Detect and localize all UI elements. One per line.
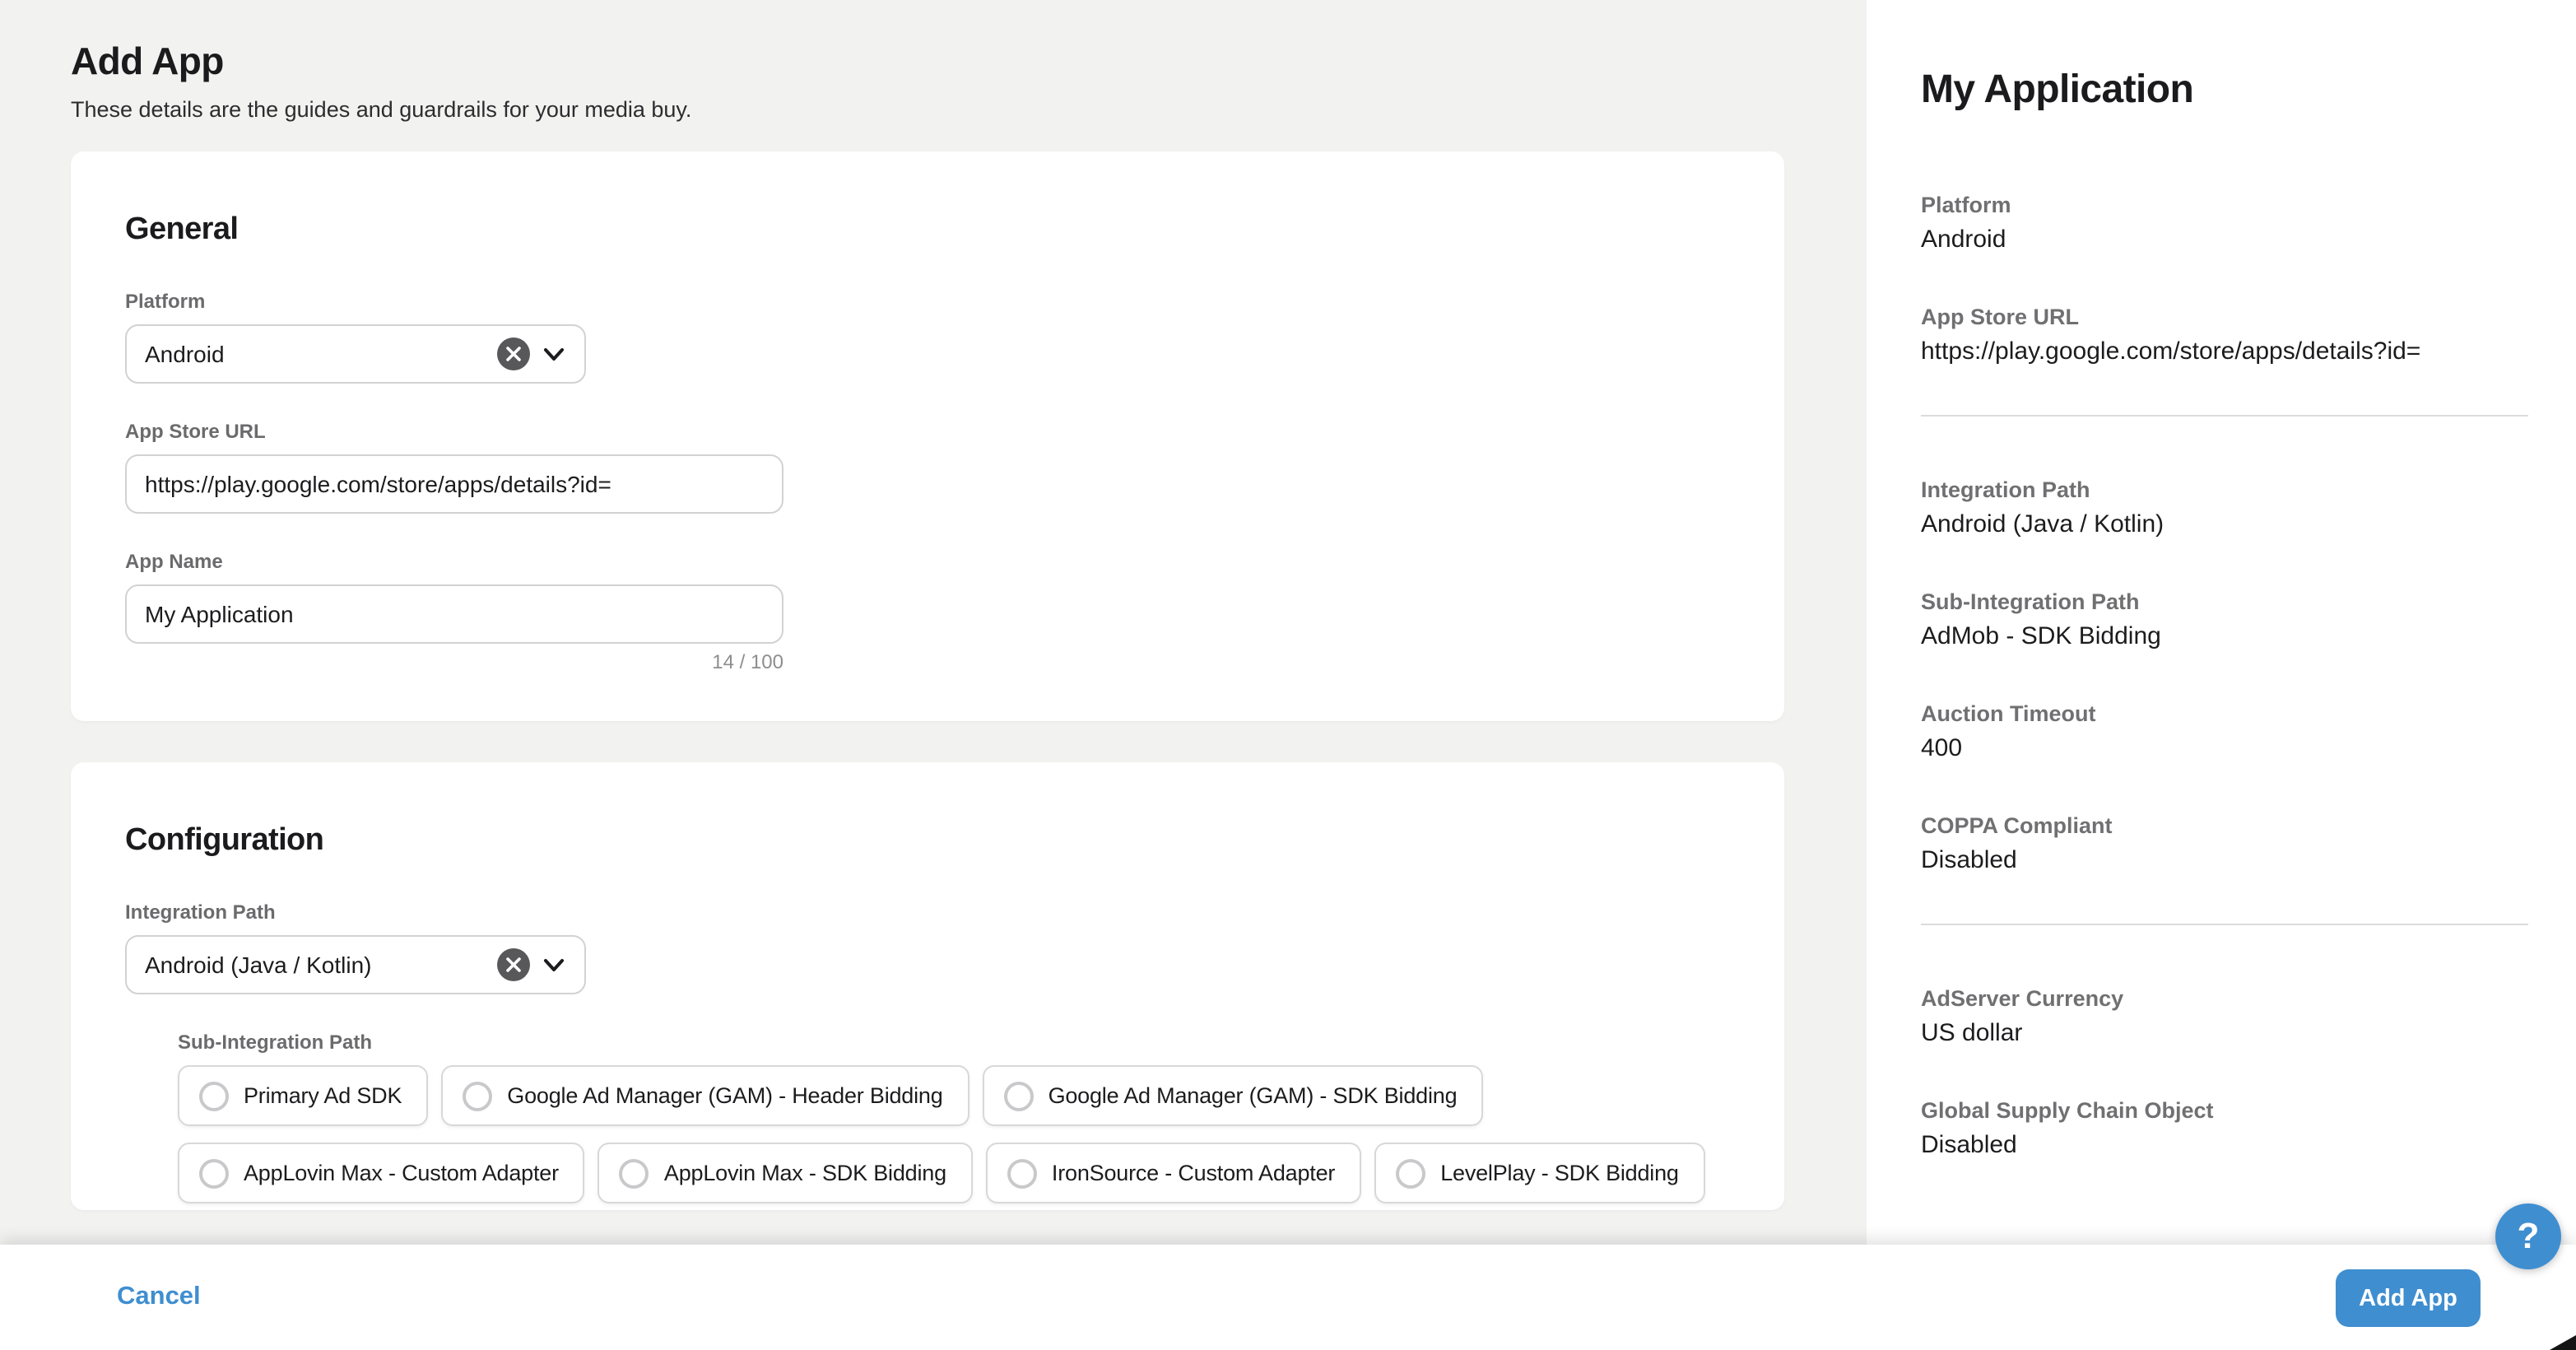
platform-select[interactable]: Android <box>125 324 586 384</box>
summary-field-adserver-currency: AdServer Currency US dollar <box>1921 985 2528 1049</box>
radio-icon <box>1007 1158 1037 1188</box>
integration-path-select-value: Android (Java / Kotlin) <box>145 952 497 978</box>
app-name-label: App Name <box>125 550 1730 575</box>
summary-title: My Application <box>1921 66 2528 115</box>
radio-icon <box>199 1158 229 1188</box>
cancel-button[interactable]: Cancel <box>117 1282 201 1312</box>
main-form-area: Add App These details are the guides and… <box>0 0 1867 1350</box>
summary-field-sub-integration-path: Sub-Integration Path AdMob - SDK Bidding <box>1921 588 2528 652</box>
clear-icon[interactable] <box>497 338 530 370</box>
app-store-url-label: App Store URL <box>125 420 1730 445</box>
app-store-url-field: App Store URL <box>125 420 1730 514</box>
sub-integration-option-applovin-sdk-bidding[interactable]: AppLovin Max - SDK Bidding <box>598 1143 973 1203</box>
add-app-button[interactable]: Add App <box>2336 1269 2481 1327</box>
radio-icon <box>620 1158 649 1188</box>
platform-label: Platform <box>125 290 1730 314</box>
page-subtitle: These details are the guides and guardra… <box>71 94 1867 125</box>
radio-icon <box>199 1081 229 1110</box>
summary-field-auction-timeout: Auction Timeout 400 <box>1921 700 2528 764</box>
app-name-field: App Name 14 / 100 <box>125 550 1730 675</box>
sub-integration-path-group: Sub-Integration Path Primary Ad SDK Goog… <box>178 1031 1730 1203</box>
page-title: Add App <box>71 36 1867 86</box>
help-button[interactable]: ? <box>2495 1203 2561 1269</box>
configuration-heading: Configuration <box>125 822 1730 861</box>
radio-icon <box>1396 1158 1425 1188</box>
sub-integration-option-applovin-custom-adapter[interactable]: AppLovin Max - Custom Adapter <box>178 1143 585 1203</box>
integration-path-label: Integration Path <box>125 901 1730 925</box>
integration-path-select[interactable]: Android (Java / Kotlin) <box>125 935 586 994</box>
configuration-card: Configuration Integration Path Android (… <box>71 762 1784 1210</box>
sub-integration-option-levelplay-sdk-bidding[interactable]: LevelPlay - SDK Bidding <box>1374 1143 1705 1203</box>
integration-path-field: Integration Path Android (Java / Kotlin) <box>125 901 1730 994</box>
summary-field-integration-path: Integration Path Android (Java / Kotlin) <box>1921 476 2528 540</box>
question-mark-icon: ? <box>2518 1215 2540 1258</box>
sub-integration-option-gam-sdk-bidding[interactable]: Google Ad Manager (GAM) - SDK Bidding <box>983 1065 1484 1126</box>
platform-select-value: Android <box>145 341 497 367</box>
add-app-page: Add App These details are the guides and… <box>0 0 2576 1350</box>
footer-bar: Cancel Add App <box>0 1245 2576 1350</box>
app-name-input[interactable] <box>125 584 783 644</box>
radio-icon <box>1004 1081 1034 1110</box>
general-card: General Platform Android App Store URL <box>71 151 1784 721</box>
general-heading: General <box>125 211 1730 250</box>
summary-field-coppa-compliant: COPPA Compliant Disabled <box>1921 812 2528 876</box>
sub-integration-option-ironsource-custom-adapter[interactable]: IronSource - Custom Adapter <box>986 1143 1361 1203</box>
sub-integration-path-label: Sub-Integration Path <box>178 1031 1730 1055</box>
summary-panel: My Application Platform Android App Stor… <box>1867 0 2576 1350</box>
character-counter: 14 / 100 <box>125 650 783 675</box>
summary-field-platform: Platform Android <box>1921 191 2528 255</box>
clear-icon[interactable] <box>497 948 530 981</box>
summary-field-global-supply-chain-object: Global Supply Chain Object Disabled <box>1921 1096 2528 1161</box>
summary-divider <box>1921 924 2528 925</box>
chevron-down-icon <box>543 347 565 361</box>
radio-icon <box>463 1081 492 1110</box>
sub-integration-option-gam-header-bidding[interactable]: Google Ad Manager (GAM) - Header Bidding <box>441 1065 969 1126</box>
sub-integration-option-primary-ad-sdk[interactable]: Primary Ad SDK <box>178 1065 428 1126</box>
platform-field: Platform Android <box>125 290 1730 384</box>
sub-integration-options: Primary Ad SDK Google Ad Manager (GAM) -… <box>178 1065 1750 1203</box>
app-store-url-input[interactable] <box>125 454 783 514</box>
summary-field-app-store-url: App Store URL https://play.google.com/st… <box>1921 303 2528 367</box>
summary-divider <box>1921 415 2528 417</box>
chevron-down-icon <box>543 957 565 972</box>
